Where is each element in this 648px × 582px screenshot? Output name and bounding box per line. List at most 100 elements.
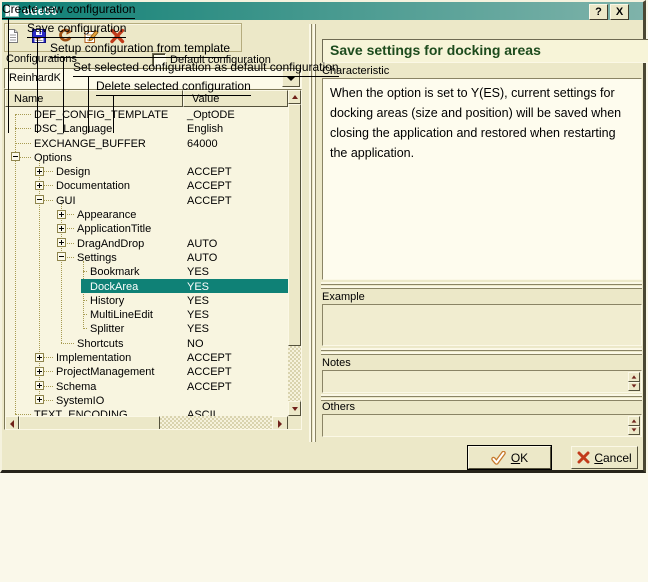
- expand-icon[interactable]: [35, 395, 44, 404]
- expand-icon[interactable]: [35, 381, 44, 390]
- collapse-icon[interactable]: [35, 195, 44, 204]
- tree-node-value: YES: [187, 280, 209, 294]
- scroll-down-button[interactable]: [288, 401, 301, 416]
- others-scroll-buttons[interactable]: [628, 416, 640, 435]
- expand-icon[interactable]: [57, 238, 66, 247]
- tree-row[interactable]: DocumentationACCEPT: [5, 178, 288, 192]
- tree-row[interactable]: ImplementationACCEPT: [5, 350, 288, 364]
- tree-row[interactable]: DSC_LanguageEnglish: [5, 121, 288, 135]
- tree-row[interactable]: SchemaACCEPT: [5, 379, 288, 393]
- scroll-up-button[interactable]: [628, 372, 640, 382]
- section-splitter[interactable]: [321, 282, 642, 289]
- callout-set-default-configuration: Set selected configuration as default co…: [73, 60, 339, 77]
- tree-row[interactable]: Appearance: [5, 207, 288, 221]
- tree-row[interactable]: HistoryYES: [5, 293, 288, 307]
- section-splitter[interactable]: [321, 348, 642, 355]
- tree-row[interactable]: DockArea YES: [5, 279, 288, 293]
- tree-node-name: TEXT_ENCODING: [34, 408, 128, 416]
- tree-row[interactable]: SystemIO: [5, 393, 288, 407]
- arrow-up-icon: [632, 419, 637, 422]
- expand-icon[interactable]: [35, 181, 44, 190]
- tree-branch-line: [15, 143, 31, 144]
- tree-row[interactable]: GUIACCEPT: [5, 193, 288, 207]
- collapse-icon[interactable]: [11, 152, 20, 161]
- tree-row[interactable]: SettingsAUTO: [5, 250, 288, 264]
- expand-icon[interactable]: [35, 167, 44, 176]
- scroll-down-button[interactable]: [628, 382, 640, 392]
- characteristic-text-area[interactable]: When the option is set to Y(ES), current…: [322, 78, 642, 280]
- tree-row[interactable]: DesignACCEPT: [5, 164, 288, 178]
- scroll-left-button[interactable]: [5, 416, 19, 430]
- others-text-area[interactable]: [322, 414, 642, 437]
- callout-create-new-configuration: Create new configuration: [2, 2, 135, 19]
- tree-node-value: _OptODE: [187, 108, 235, 122]
- scroll-down-button[interactable]: [628, 426, 640, 436]
- tree-node-name: Implementation: [56, 351, 131, 365]
- tree-node-value: AUTO: [187, 251, 217, 265]
- arrow-down-icon: [292, 407, 298, 411]
- cancel-label: Cancel: [594, 451, 631, 465]
- tree-row[interactable]: Options: [5, 150, 288, 164]
- tree-horizontal-scrollbar[interactable]: [5, 416, 288, 430]
- tree-node-name: Documentation: [56, 179, 130, 193]
- notes-text-area[interactable]: [322, 370, 642, 393]
- tree-row[interactable]: TEXT_ENCODING ASCII: [5, 407, 288, 416]
- option-title: Save settings for docking areas: [322, 39, 648, 63]
- scrollbar-corner: [288, 416, 301, 430]
- tree-node-name: Design: [56, 165, 90, 179]
- tree-row[interactable]: ProjectManagementACCEPT: [5, 364, 288, 378]
- tree-vertical-scrollbar[interactable]: [288, 90, 301, 416]
- callout-line: [37, 38, 38, 133]
- tree-row[interactable]: SplitterYES: [5, 321, 288, 335]
- notes-label: Notes: [322, 357, 351, 369]
- tree-node-value: ACCEPT: [187, 194, 232, 208]
- callout-line: [113, 95, 114, 133]
- characteristic-text: When the option is set to Y(ES), current…: [323, 79, 641, 167]
- tree-row[interactable]: ShortcutsNO: [5, 336, 288, 350]
- tree-node-value: ASCII: [187, 408, 216, 416]
- tree-node-name: Bookmark: [90, 265, 140, 279]
- others-label: Others: [322, 401, 355, 413]
- tree-row[interactable]: DEF_CONFIG_TEMPLATE_OptODE: [5, 107, 288, 121]
- cancel-button[interactable]: Cancel: [571, 446, 638, 469]
- tree-branch-line: [15, 114, 31, 115]
- cancel-x-icon: [577, 451, 590, 464]
- scroll-track[interactable]: [160, 416, 272, 430]
- example-text-area[interactable]: [322, 304, 642, 346]
- tree-row[interactable]: DragAndDropAUTO: [5, 236, 288, 250]
- vertical-scroll-thumb[interactable]: [288, 104, 301, 346]
- tree-node-name: History: [90, 294, 124, 308]
- new-configuration-button[interactable]: [4, 25, 22, 47]
- chevron-down-icon: [287, 77, 295, 81]
- scroll-up-button[interactable]: [288, 90, 301, 104]
- scroll-up-button[interactable]: [628, 416, 640, 426]
- tree-row[interactable]: BookmarkYES: [5, 264, 288, 278]
- scroll-right-button[interactable]: [272, 416, 288, 430]
- expand-icon[interactable]: [35, 353, 44, 362]
- arrow-down-icon: [632, 429, 637, 432]
- help-button[interactable]: ?: [589, 4, 608, 20]
- horizontal-scroll-thumb[interactable]: [19, 416, 160, 430]
- close-button[interactable]: X: [610, 4, 629, 20]
- example-label: Example: [322, 291, 365, 303]
- callout-save-configuration: Save configuration: [27, 21, 126, 38]
- expand-icon[interactable]: [35, 367, 44, 376]
- section-splitter[interactable]: [321, 394, 642, 401]
- tree-node-name: DockArea: [90, 280, 138, 294]
- ok-button[interactable]: OK: [467, 445, 552, 470]
- configuration-select-value: ReinhardK: [9, 72, 61, 84]
- scroll-track[interactable]: [288, 346, 301, 401]
- expand-icon[interactable]: [57, 210, 66, 219]
- panel-splitter[interactable]: [309, 24, 316, 442]
- tree-row[interactable]: EXCHANGE_BUFFER64000: [5, 136, 288, 150]
- tree-node-name: Schema: [56, 380, 96, 394]
- tree-row[interactable]: MultiLineEditYES: [5, 307, 288, 321]
- collapse-icon[interactable]: [57, 252, 66, 261]
- notes-scroll-buttons[interactable]: [628, 372, 640, 391]
- tree-branch-line: [15, 128, 31, 129]
- tree-node-value: English: [187, 122, 223, 136]
- tree-node-value: YES: [187, 308, 209, 322]
- expand-icon[interactable]: [57, 224, 66, 233]
- tree-row[interactable]: ApplicationTitle: [5, 221, 288, 235]
- arrow-up-icon: [292, 95, 298, 99]
